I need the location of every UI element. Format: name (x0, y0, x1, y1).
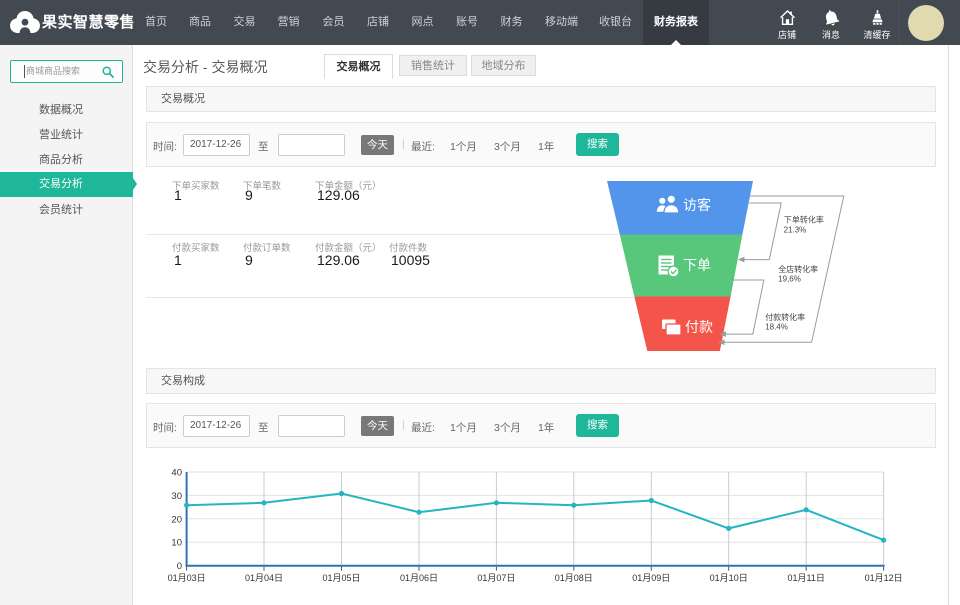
svg-text:下单转化率: 下单转化率 (784, 214, 824, 224)
svg-text:0: 0 (177, 561, 182, 572)
svg-text:访客: 访客 (683, 197, 711, 213)
svg-text:01月03日: 01月03日 (168, 573, 206, 583)
svg-text:01月08日: 01月08日 (555, 573, 593, 583)
svg-text:01月11日: 01月11日 (788, 573, 825, 583)
svg-text:01月10日: 01月10日 (710, 573, 748, 583)
svg-text:01月04日: 01月04日 (245, 573, 283, 583)
svg-text:10: 10 (171, 538, 182, 549)
svg-text:下单: 下单 (683, 257, 711, 273)
svg-text:21.3%: 21.3% (784, 225, 807, 234)
svg-text:01月12日: 01月12日 (865, 573, 903, 583)
svg-text:付款: 付款 (685, 319, 713, 335)
svg-text:01月05日: 01月05日 (322, 573, 360, 583)
svg-text:20: 20 (171, 514, 182, 525)
svg-text:30: 30 (171, 491, 182, 502)
svg-text:全店转化率: 全店转化率 (778, 264, 818, 274)
svg-text:01月06日: 01月06日 (400, 573, 438, 583)
svg-text:01月09日: 01月09日 (632, 573, 670, 583)
svg-text:40: 40 (171, 468, 182, 479)
svg-text:18.4%: 18.4% (765, 323, 788, 332)
svg-text:01月07日: 01月07日 (477, 573, 515, 583)
svg-text:付款转化率: 付款转化率 (765, 312, 805, 322)
svg-text:19,6%: 19,6% (778, 275, 801, 284)
